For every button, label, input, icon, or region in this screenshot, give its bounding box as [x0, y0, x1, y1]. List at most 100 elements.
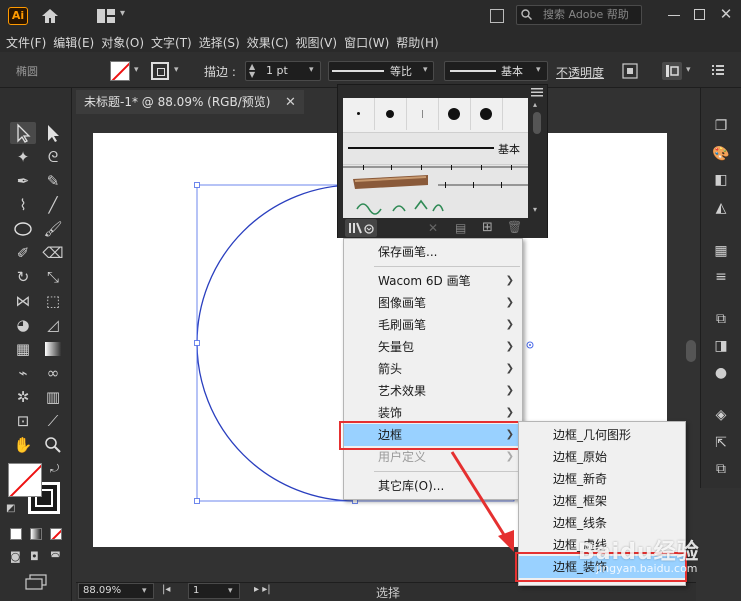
pen-tool-icon[interactable]: ✒	[10, 170, 36, 192]
chevron-down-icon[interactable]: ▾	[309, 65, 314, 75]
brush-swatch[interactable]	[375, 98, 407, 130]
paintbrush-tool-icon[interactable]: 🖌	[40, 218, 66, 240]
perspective-grid-tool-icon[interactable]: ◿	[40, 314, 66, 336]
menu-item-wacom-6d[interactable]: Wacom 6D 画笔 ❯	[344, 270, 522, 292]
stroke-panel-icon[interactable]: ≡	[712, 268, 730, 286]
scale-tool-icon[interactable]: ⤡	[40, 266, 66, 288]
menu-select[interactable]: 选择(S)	[199, 34, 240, 51]
gradient-mode-icon[interactable]	[30, 528, 42, 540]
recolor-icon[interactable]	[622, 62, 638, 80]
symbol-sprayer-tool-icon[interactable]: ✲	[10, 386, 36, 408]
align-icon[interactable]	[662, 62, 682, 80]
fill-color-swatch[interactable]	[110, 61, 130, 81]
brush-swatch[interactable]	[471, 98, 503, 130]
new-brush-icon[interactable]: ⊞	[482, 220, 493, 235]
menu-item-artistic[interactable]: 艺术效果 ❯	[344, 380, 522, 402]
menu-help[interactable]: 帮助(H)	[396, 34, 438, 51]
chevron-down-icon[interactable]: ▾	[423, 65, 428, 75]
brush-options-icon[interactable]: ▤	[455, 221, 466, 235]
menu-list-icon[interactable]	[711, 63, 725, 77]
gradient-panel-icon[interactable]: ◭	[712, 199, 730, 217]
menu-item-image-brushes[interactable]: 图像画笔 ❯	[344, 292, 522, 314]
appearance-icon[interactable]: ●	[712, 364, 730, 382]
fill-swatch-large[interactable]	[8, 463, 42, 497]
chevron-down-icon[interactable]: ▾	[134, 65, 139, 75]
chevron-down-icon[interactable]: ▾	[120, 8, 132, 24]
first-page-icon[interactable]: |◂	[162, 584, 170, 595]
gradient-tool-icon[interactable]	[40, 338, 66, 360]
menu-item-save-brushes[interactable]: 保存画笔...	[344, 241, 522, 263]
mesh-tool-icon[interactable]: ▦	[10, 338, 36, 360]
curvature-tool-icon[interactable]: ✎	[40, 170, 66, 192]
maximize-icon[interactable]	[694, 9, 705, 20]
home-icon[interactable]	[40, 6, 60, 26]
art-brush-row[interactable]	[343, 164, 528, 218]
width-tool-icon[interactable]: ⋈	[10, 290, 36, 312]
brush-swatch[interactable]	[407, 98, 439, 130]
brush-swatch[interactable]	[439, 98, 471, 130]
hand-tool-icon[interactable]: ✋	[10, 434, 36, 456]
delete-brush-icon[interactable]: 🗑	[507, 220, 522, 234]
submenu-item[interactable]: 边框_原始	[519, 446, 685, 468]
opacity-label[interactable]: 不透明度	[556, 64, 604, 81]
shaper-tool-icon[interactable]: ✐	[10, 242, 36, 264]
lasso-tool-icon[interactable]: ᘓ	[40, 146, 66, 168]
menu-object[interactable]: 对象(O)	[101, 34, 144, 51]
eyedropper-tool-icon[interactable]: ⌁	[10, 362, 36, 384]
properties-icon[interactable]: ❐	[712, 117, 730, 135]
menu-item-arrows[interactable]: 箭头 ❯	[344, 358, 522, 380]
submenu-item[interactable]: 边框_线条	[519, 512, 685, 534]
draw-inside-icon[interactable]: ◚	[50, 550, 61, 563]
document-tab[interactable]: 未标题-1* @ 88.09% (RGB/预览)	[76, 90, 304, 114]
export-icon[interactable]: ⇱	[712, 434, 730, 452]
zoom-tool-icon[interactable]	[40, 434, 66, 456]
submenu-item[interactable]: 边框_几何图形	[519, 424, 685, 446]
color-mode-icon[interactable]	[10, 528, 22, 540]
draw-normal-icon[interactable]: ◙	[10, 550, 21, 563]
color-guide-icon[interactable]: ◧	[712, 171, 730, 189]
eraser-tool-icon[interactable]: ⌫	[40, 242, 66, 264]
magic-wand-tool-icon[interactable]: ✦	[10, 146, 36, 168]
free-transform-tool-icon[interactable]: ⬚	[40, 290, 66, 312]
close-icon[interactable]: ✕	[285, 95, 296, 110]
menu-effect[interactable]: 效果(C)	[247, 34, 289, 51]
chevron-down-icon[interactable]: ▾	[228, 586, 233, 596]
submenu-item[interactable]: 边框_新奇	[519, 468, 685, 490]
line-segment-tool-icon[interactable]: ╱	[40, 194, 66, 216]
shape-builder-tool-icon[interactable]: ◕	[10, 314, 36, 336]
close-icon[interactable]: ✕	[718, 6, 734, 22]
next-page-icon[interactable]: ▸ ▸|	[254, 584, 271, 595]
stroke-label[interactable]: 描边 :	[204, 63, 236, 80]
chevron-down-icon[interactable]: ▾	[536, 65, 541, 75]
transparency-icon[interactable]: ◨	[712, 337, 730, 355]
chevron-down-icon[interactable]: ▾	[142, 586, 147, 596]
swatches-icon[interactable]: ▦	[712, 242, 730, 260]
artboards-panel-icon[interactable]: ⧉	[712, 460, 730, 478]
remove-brush-stroke-icon[interactable]: ✕	[428, 221, 438, 235]
chevron-down-icon[interactable]: ▾	[686, 65, 691, 75]
slice-tool-icon[interactable]: ⟋	[40, 410, 66, 432]
vertical-scrollbar[interactable]	[686, 340, 696, 362]
brush-list-scroll-thumb[interactable]	[533, 112, 541, 134]
screen-mode-icon[interactable]	[24, 574, 48, 590]
anchor-point-tool-icon[interactable]: ⌇	[10, 194, 36, 216]
artboard-tool-icon[interactable]: ⊡	[10, 410, 36, 432]
default-colors-icon[interactable]: ◩	[6, 503, 15, 514]
menu-edit[interactable]: 编辑(E)	[53, 34, 94, 51]
direct-selection-tool-icon[interactable]	[40, 122, 66, 144]
draw-behind-icon[interactable]: ◘	[30, 550, 39, 563]
menu-window[interactable]: 窗口(W)	[344, 34, 389, 51]
menu-type[interactable]: 文字(T)	[151, 34, 192, 51]
transform-icon[interactable]: ⧉	[712, 310, 730, 328]
menu-view[interactable]: 视图(V)	[295, 34, 337, 51]
minimize-icon[interactable]	[668, 15, 680, 16]
chevron-down-icon[interactable]: ▾	[174, 65, 179, 75]
brush-swatch[interactable]	[343, 98, 375, 130]
menu-item-vector-packs[interactable]: 矢量包 ❯	[344, 336, 522, 358]
menu-file[interactable]: 文件(F)	[6, 34, 46, 51]
arrange-documents-icon[interactable]	[490, 9, 504, 23]
stroke-color-swatch[interactable]	[151, 62, 169, 80]
help-search-input[interactable]: 搜索 Adobe 帮助	[516, 5, 642, 25]
none-mode-icon[interactable]	[50, 528, 62, 540]
ellipse-tool-icon[interactable]	[10, 218, 36, 240]
